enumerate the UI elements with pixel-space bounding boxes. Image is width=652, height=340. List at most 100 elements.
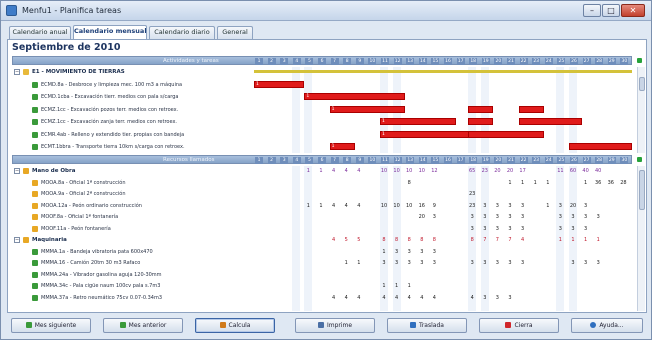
previous-month-button[interactable]: Mes anterior <box>103 318 183 333</box>
minimize-button[interactable]: – <box>583 4 601 17</box>
help-button[interactable]: Ayuda... <box>571 318 643 333</box>
day-column-header: 24 <box>544 157 553 164</box>
tab-calendario-diario[interactable]: Calendario diario <box>149 26 215 39</box>
activity-row[interactable]: ECMT.1bbra - Transporte tierra 10km s/ca… <box>12 143 634 151</box>
resource-label: MOOA.9a - Oficial 2ª construcción <box>41 191 126 197</box>
print-button[interactable]: Imprime <box>295 318 375 333</box>
day-column-header: 28 <box>595 58 604 65</box>
resource-icon <box>32 283 38 289</box>
resource-value-cell: 36 <box>607 179 614 186</box>
resources-scroll-thumb[interactable] <box>639 170 645 210</box>
resource-row[interactable]: MOOA.8a - Oficial 1ª construcción 8 1 1 1 1 1 3… <box>12 179 634 187</box>
footer-toolbar: Mes siguiente Mes anterior Calcula Impri… <box>1 316 651 340</box>
resource-row[interactable]: MOOF.11a - Peón fontanería 3 3 3 3 3 3 3 3 <box>12 225 634 233</box>
resource-group-row[interactable]: − Maquinaria 4 5 5 8 8 8 8 8 8 7 7 7 4 1 1 1 1 <box>12 236 634 244</box>
resource-row[interactable]: MMMA.34c - Pala cigüe naum 100cv pala s.… <box>12 282 634 290</box>
activity-row[interactable]: ECMR.4ab - Relleno y extendido tier. pro… <box>12 130 634 139</box>
activity-row[interactable]: ECMZ.1cc - Excavación zanja terr. medios… <box>12 118 634 126</box>
window-title: Menfu1 - Planifica tareas <box>22 6 122 15</box>
collapse-icon[interactable]: − <box>14 69 20 75</box>
resource-row[interactable]: MMMA.1a - Bandeja vibratoria pata 600x47… <box>12 248 634 256</box>
activity-row[interactable]: ECMD.1cba - Excavación tierr. medios con… <box>12 93 634 101</box>
day-column-header: 18 <box>469 58 478 65</box>
resource-value-cell: 3 <box>407 248 411 255</box>
task-bar-label: 1 <box>331 106 335 112</box>
resource-total-cell: 10 <box>380 168 388 174</box>
resources-scrollbar[interactable] <box>637 166 645 311</box>
resource-group-row[interactable]: − Mano de Obra 1 1 4 4 4 10 10 10 10 12 65 23 20 20 17 11… <box>12 167 634 175</box>
resource-value-cell: 3 <box>470 260 474 266</box>
task-icon <box>32 144 38 150</box>
tab-calendario-anual[interactable]: Calendario anual <box>9 26 71 39</box>
collapse-icon[interactable]: − <box>14 168 20 174</box>
task-bar[interactable] <box>468 118 494 125</box>
activity-group-row[interactable]: − E1 - MOVIMIENTO DE TIERRAS <box>12 68 634 76</box>
activities-header: Actividades y tareas 1 2 3 4 5 6 7 8 9 10 11 12 13 14… <box>12 56 632 65</box>
resource-value-cell: 3 <box>508 214 512 220</box>
resource-value-cell: 3 <box>596 214 600 220</box>
resource-value-cell: 3 <box>508 202 512 209</box>
resource-row[interactable]: MMMA.24a - Vibrador gasolina aguja 120-3… <box>12 271 634 279</box>
maximize-button[interactable]: □ <box>602 4 620 17</box>
task-bar[interactable]: 1 <box>329 143 355 150</box>
resource-total-cell: 10 <box>393 168 400 174</box>
resource-value-cell: 10 <box>380 202 388 209</box>
task-bar[interactable] <box>518 118 582 125</box>
resource-total-cell: 10 <box>418 168 425 174</box>
resource-icon <box>32 202 38 209</box>
next-month-button[interactable]: Mes siguiente <box>11 318 91 333</box>
tab-calendario-mensual[interactable]: Calendario mensual <box>73 25 147 39</box>
day-column-header: 4 <box>292 58 301 65</box>
help-label: Ayuda... <box>599 322 624 329</box>
day-column-header: 17 <box>456 58 465 65</box>
day-column-header: 28 <box>595 157 604 164</box>
resource-total-cell: 8 <box>407 237 411 243</box>
resource-total-cell: 4 <box>332 237 336 243</box>
activity-row[interactable]: ECMZ.1cc - Excavación pozos terr. medios… <box>12 105 634 114</box>
resource-value-cell: 3 <box>495 294 499 301</box>
day-column-header: 21 <box>507 157 515 164</box>
task-bar[interactable]: 1 <box>254 80 305 88</box>
resource-total-cell: 4 <box>521 237 525 243</box>
month-title: Septiembre de 2010 <box>12 42 121 53</box>
arrow-right-icon <box>25 322 32 328</box>
resource-row[interactable]: MMMA.37a - Retro neumático 75cv 0.07-0.3… <box>12 294 634 302</box>
task-bar[interactable] <box>468 105 494 113</box>
resource-total-cell: 1 <box>571 237 575 243</box>
resource-row[interactable]: MOOF.8a - Oficial 1ª fontanería 20 3 3 3 3 3 3 3… <box>12 213 634 221</box>
day-column-header: 17 <box>456 157 465 164</box>
resource-value-cell: 3 <box>470 225 474 232</box>
transfer-icon <box>410 322 417 328</box>
resource-row[interactable]: MMMA.16 - Camión 20tm 30 m3 Rafaco 1 1 3 3 3 3… <box>12 259 634 267</box>
close-button[interactable]: Cierra <box>479 318 559 333</box>
arrow-left-icon <box>119 322 126 328</box>
resource-value-cell: 9 <box>432 202 436 209</box>
close-window-button[interactable]: ✕ <box>621 4 645 17</box>
tab-general[interactable]: General <box>217 26 253 39</box>
calculate-button[interactable]: Calcula <box>195 318 275 333</box>
day-column-header: 12 <box>393 157 402 164</box>
task-bar[interactable] <box>569 143 632 150</box>
resource-row[interactable]: MOOA.9a - Oficial 2ª construcción 23 <box>12 190 634 198</box>
task-bar[interactable]: 1 <box>329 105 406 113</box>
day-column-header: 13 <box>406 58 415 65</box>
resource-value-cell: 8 <box>407 179 411 186</box>
task-bar[interactable] <box>468 130 544 138</box>
task-bar-label: 1 <box>382 119 385 124</box>
task-bar[interactable]: 1 <box>380 118 456 125</box>
activities-scrollbar[interactable] <box>637 67 645 153</box>
resource-label: MOOF.8a - Oficial 1ª fontanería <box>41 214 119 220</box>
task-bar[interactable] <box>518 105 544 113</box>
activities-scroll-thumb[interactable] <box>639 77 645 91</box>
resource-value-cell: 3 <box>508 260 512 266</box>
resource-total-cell: 4 <box>357 168 361 174</box>
resource-value-cell: 1 <box>382 248 386 255</box>
task-bar[interactable]: 1 <box>304 93 406 100</box>
resource-icon <box>32 271 38 278</box>
activity-row[interactable]: ECMD.8a - Desbroce y limpieza mec. 100 m… <box>12 80 634 89</box>
resource-value-cell: 3 <box>420 248 424 255</box>
transfer-button[interactable]: Traslada <box>387 318 467 333</box>
resource-row[interactable]: MOOA.12a - Peón ordinario construcción 1 1… <box>12 202 634 210</box>
resource-total-cell: 8 <box>470 237 474 243</box>
collapse-icon[interactable]: − <box>14 237 20 243</box>
